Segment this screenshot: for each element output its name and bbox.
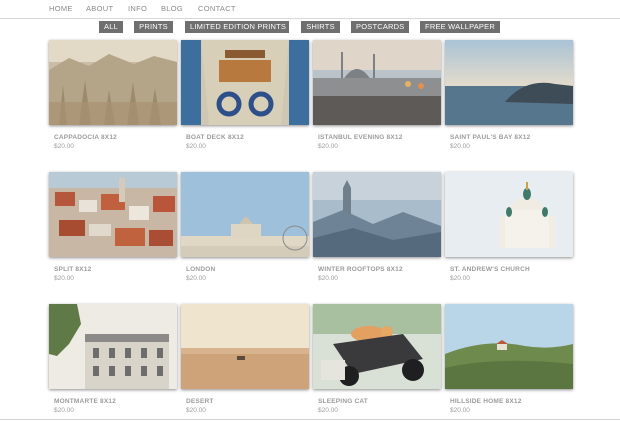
product-title[interactable]: CAPPADOCIA 8X12 bbox=[54, 134, 177, 141]
product-title[interactable]: DESERT bbox=[186, 398, 309, 405]
product-title[interactable]: ST. ANDREW'S CHURCH bbox=[450, 266, 573, 273]
product-title[interactable]: LONDON bbox=[186, 266, 309, 273]
product-price: $20.00 bbox=[186, 407, 206, 414]
product-price: $20.00 bbox=[186, 275, 206, 282]
product-photo[interactable] bbox=[181, 304, 309, 389]
product-photo[interactable] bbox=[313, 172, 441, 257]
product-price: $20.00 bbox=[450, 143, 470, 150]
top-nav: HOME ABOUT INFO BLOG CONTACT bbox=[0, 0, 620, 19]
filter-prints-button[interactable]: PRINTS bbox=[134, 21, 173, 33]
product-title[interactable]: ISTANBUL EVENING 8X12 bbox=[318, 134, 441, 141]
product-price: $20.00 bbox=[318, 275, 338, 282]
product-photo[interactable] bbox=[445, 40, 573, 125]
product-title[interactable]: SLEEPING CAT bbox=[318, 398, 441, 405]
product-price: $20.00 bbox=[450, 407, 470, 414]
nav-link-about[interactable]: ABOUT bbox=[86, 4, 113, 13]
nav-link-blog[interactable]: BLOG bbox=[161, 4, 183, 13]
page-divider bbox=[0, 419, 620, 420]
filter-limited-edition-prints-button[interactable]: LIMITED EDITION PRINTS bbox=[185, 21, 289, 33]
nav-link-info[interactable]: INFO bbox=[128, 4, 147, 13]
product-photo[interactable] bbox=[181, 172, 309, 257]
product-title[interactable]: SPLIT 8X12 bbox=[54, 266, 177, 273]
product-photo[interactable] bbox=[313, 40, 441, 125]
product-price: $20.00 bbox=[54, 143, 74, 150]
category-filter-bar: ALL PRINTS LIMITED EDITION PRINTS SHIRTS… bbox=[0, 21, 620, 33]
product-title[interactable]: SAINT PAUL'S BAY 8X12 bbox=[450, 134, 573, 141]
product-price: $20.00 bbox=[318, 407, 338, 414]
filter-postcards-button[interactable]: POSTCARDS bbox=[351, 21, 409, 33]
filter-free-wallpaper-button[interactable]: FREE WALLPAPER bbox=[420, 21, 500, 33]
product-photo[interactable] bbox=[313, 304, 441, 389]
product-price: $20.00 bbox=[318, 143, 338, 150]
product-photo[interactable] bbox=[49, 304, 177, 389]
nav-link-home[interactable]: HOME bbox=[49, 4, 73, 13]
product-price: $20.00 bbox=[450, 275, 470, 282]
filter-all-button[interactable]: ALL bbox=[99, 21, 123, 33]
product-photo[interactable] bbox=[181, 40, 309, 125]
product-title[interactable]: BOAT DECK 8X12 bbox=[186, 134, 309, 141]
product-title[interactable]: MONTMARTE 8X12 bbox=[54, 398, 177, 405]
product-title[interactable]: WINTER ROOFTOPS 8X12 bbox=[318, 266, 441, 273]
product-price: $20.00 bbox=[54, 275, 74, 282]
product-price: $20.00 bbox=[54, 407, 74, 414]
filter-shirts-button[interactable]: SHIRTS bbox=[301, 21, 340, 33]
product-photo[interactable] bbox=[445, 172, 573, 257]
nav-link-contact[interactable]: CONTACT bbox=[198, 4, 236, 13]
product-photo[interactable] bbox=[445, 304, 573, 389]
product-photo[interactable] bbox=[49, 40, 177, 125]
product-photo[interactable] bbox=[49, 172, 177, 257]
product-title[interactable]: HILLSIDE HOME 8X12 bbox=[450, 398, 573, 405]
product-price: $20.00 bbox=[186, 143, 206, 150]
